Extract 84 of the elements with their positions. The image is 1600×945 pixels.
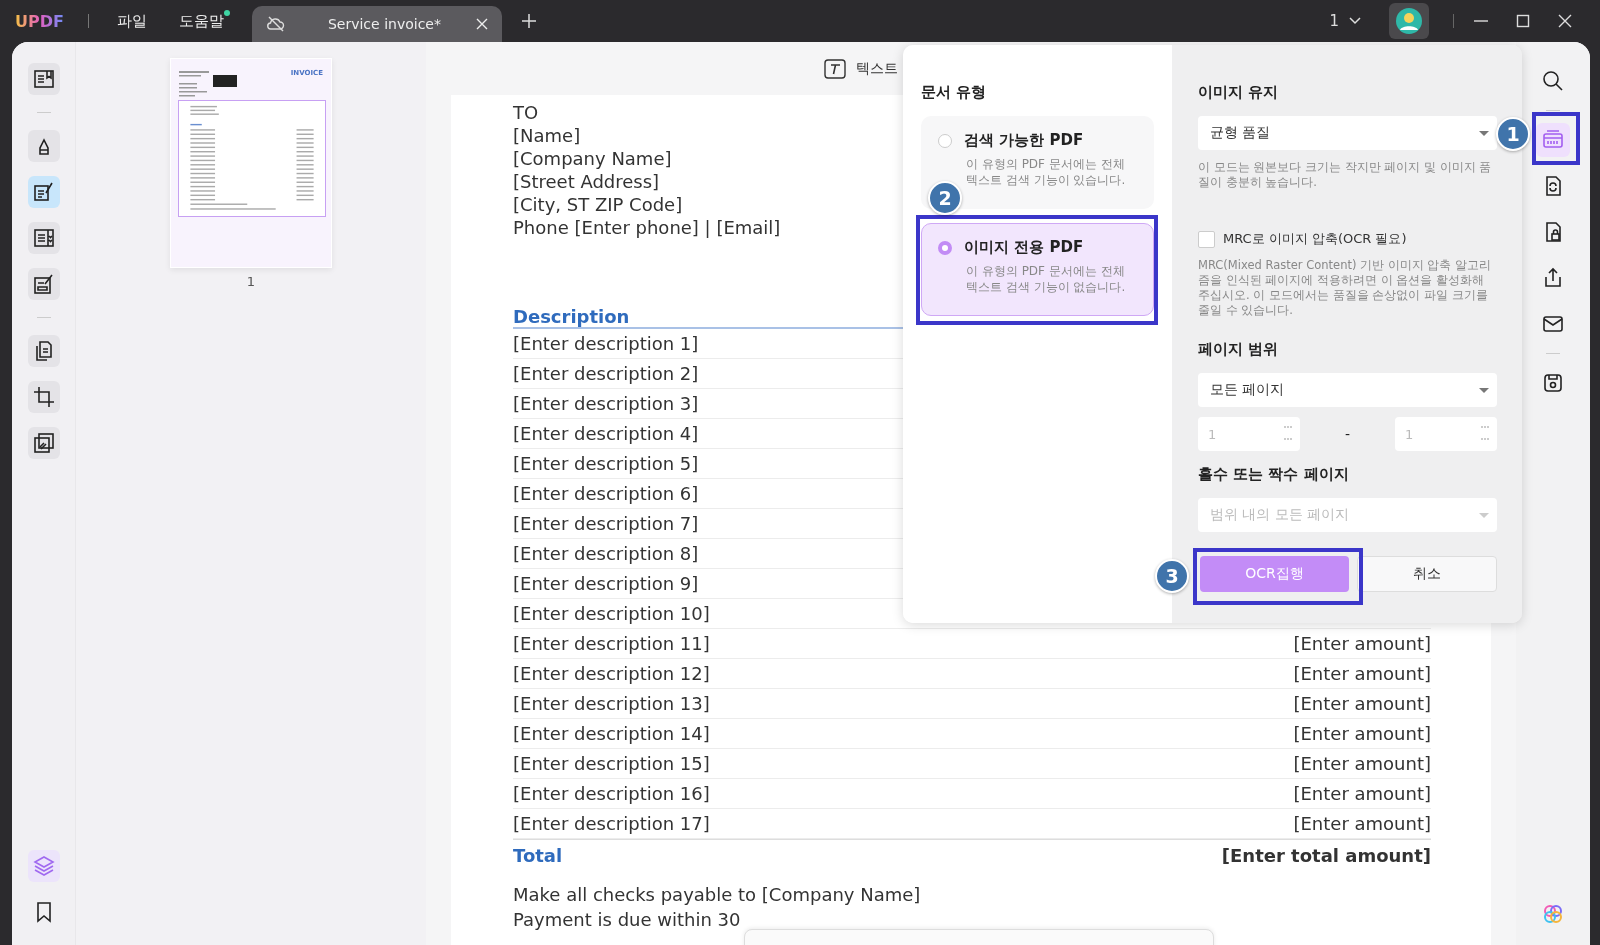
table-cell: [Enter description 10]: [513, 603, 710, 624]
total-label: Total: [513, 844, 563, 866]
reader-icon: [31, 67, 56, 91]
crop-tool-button[interactable]: [27, 381, 60, 413]
table-cell: [Enter description 13]: [513, 693, 710, 714]
table-cell: [Enter amount]: [1293, 753, 1431, 774]
address-line: [Name]: [513, 124, 581, 147]
table-cell: [Enter description 15]: [513, 753, 710, 774]
thumbnail-text-drawing: [179, 69, 209, 97]
pages-tool-button[interactable]: [27, 335, 60, 367]
table-cell: [Enter description 8]: [513, 543, 699, 564]
highlighter-tool-button[interactable]: [27, 130, 60, 162]
layers-icon: [31, 854, 56, 878]
mrc-checkbox[interactable]: MRC로 이미지 압축(OCR 필요): [1198, 230, 1497, 248]
close-icon[interactable]: [1558, 14, 1572, 28]
note-text: Payment is due within 30: [513, 908, 742, 932]
highlight-frame: [1532, 112, 1580, 165]
page-number: 1: [246, 274, 256, 289]
stack-icon: [31, 431, 56, 455]
column-heading: Description: [513, 306, 630, 327]
section-title: 페이지 범위: [1198, 340, 1280, 359]
layers-tool-button[interactable]: [27, 850, 60, 882]
table-cell: [Enter description 7]: [513, 513, 699, 534]
table-cell: [Enter description 11]: [513, 633, 710, 654]
sign-tool-button[interactable]: [27, 268, 60, 300]
chevron-down-icon: [1349, 17, 1361, 25]
cancel-button[interactable]: 취소: [1357, 556, 1497, 592]
table-cell: [Enter amount]: [1293, 723, 1431, 744]
hint-text: 이 모드는 원본보다 크기는 작지만 페이지 및 이미지 품질이 충분히 높습니다.: [1198, 160, 1493, 190]
table-cell: [Enter description 17]: [513, 813, 710, 834]
close-icon[interactable]: [475, 18, 488, 30]
menu-item[interactable]: 도움말: [174, 11, 228, 31]
hint-text: MRC(Mixed Raster Content) 기반 이미지 압축 알고리즘을 인식된 페이지에 적용하려면 이 옵션을 활성화해 주십시오. 이 모드에서는 품질을 손상없이 파일 크기를 줄일 수 있습니다.: [1198, 258, 1493, 318]
tab-title: Service invoice*: [326, 16, 442, 32]
section-title: 문서 유형: [921, 83, 988, 102]
stack-tool-button[interactable]: [27, 427, 60, 459]
form-tool-button[interactable]: [27, 222, 60, 254]
address-line: [City, ST ZIP Code]: [513, 193, 683, 216]
address-line: Phone [Enter phone] | [Email]: [513, 216, 781, 239]
document-tab[interactable]: Service invoice*: [251, 6, 502, 42]
table-cell: [Enter amount]: [1293, 663, 1431, 684]
table-cell: [Enter amount]: [1293, 633, 1431, 654]
ocr-tool-button[interactable]: [1536, 123, 1570, 157]
address-line: TO: [513, 101, 539, 124]
range-separator: -: [1344, 426, 1351, 442]
total-amount: [Enter total amount]: [1221, 844, 1431, 866]
table-cell: [Enter description 1]: [513, 333, 699, 354]
cloud-off-icon: [265, 14, 286, 34]
sign-icon: [31, 272, 56, 296]
edit-icon: [31, 180, 56, 204]
address-line: [Street Address]: [513, 170, 660, 193]
table-cell: [Enter description 16]: [513, 783, 710, 804]
maximize-icon[interactable]: [1516, 14, 1530, 28]
menu-item[interactable]: 파일: [112, 11, 151, 31]
section-title: 홀수 또는 짝수 페이지: [1198, 465, 1350, 484]
table-cell: [Enter description 5]: [513, 453, 699, 474]
new-tab-icon[interactable]: [521, 14, 536, 28]
table-cell: [Enter description 2]: [513, 363, 699, 384]
edit-tool-button[interactable]: [27, 176, 60, 208]
image-quality-dropdown[interactable]: 균형 품질: [1198, 116, 1497, 150]
reader-tool-button[interactable]: [27, 63, 60, 95]
document-type-option[interactable]: 이미지 전용 PDF 이 유형의 PDF 문서에는 전체 텍스트 검색 기능이 없습니다.: [921, 223, 1154, 316]
section-title: 이미지 유지: [1198, 83, 1280, 102]
table-cell: [Enter amount]: [1293, 783, 1431, 804]
table-cell: [Enter description 9]: [513, 573, 699, 594]
save-icon: [1541, 371, 1565, 395]
avatar-icon[interactable]: [1396, 8, 1422, 34]
address-line: [Company Name]: [513, 147, 672, 170]
table-cell: [Enter description 4]: [513, 423, 699, 444]
table-cell: [Enter description 3]: [513, 393, 699, 414]
crop-icon: [31, 385, 56, 409]
logo-thumbnail-drawing: [213, 75, 237, 87]
table-cell: [Enter description 6]: [513, 483, 699, 504]
form-icon: [31, 226, 56, 250]
table-cell: [Enter description 12]: [513, 663, 710, 684]
note-text: Make all checks payable to [Company Name]: [513, 883, 922, 907]
text-tool-button[interactable]: 텍스트: [818, 57, 904, 80]
table-cell: [Enter description 14]: [513, 723, 710, 744]
page-count-dropdown[interactable]: 1: [1323, 11, 1367, 31]
table-cell: [Enter amount]: [1293, 693, 1431, 714]
table-cell: [Enter amount]: [1293, 813, 1431, 834]
text-icon: [824, 58, 846, 79]
page-range-dropdown[interactable]: 모든 페이지: [1198, 373, 1497, 407]
search-icon: [1541, 69, 1565, 93]
